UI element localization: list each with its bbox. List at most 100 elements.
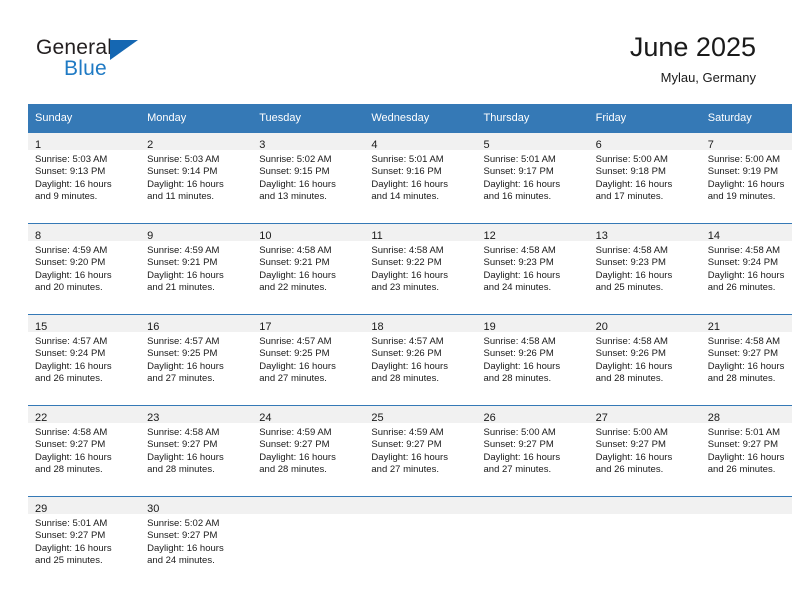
weekday-header-wednesday: Wednesday	[364, 104, 477, 133]
day-cell-inner: 10 Sunrise: 4:58 AM Sunset: 9:21 PM Dayligh…	[252, 224, 365, 314]
calendar-day-cell[interactable]: 18 Sunrise: 4:57 AM Sunset: 9:26 PM Dayligh…	[364, 314, 477, 406]
calendar-day-cell[interactable]: 7 Sunrise: 5:00 AM Sunset: 9:19 PM Daylight…	[700, 132, 792, 224]
daylight-text-line1: Daylight: 16 hours	[595, 178, 673, 190]
day-details: Sunrise: 4:59 AM Sunset: 9:20 PM Daylight:…	[28, 241, 140, 295]
day-cell-inner: 12 Sunrise: 4:58 AM Sunset: 9:23 PM Dayligh…	[476, 224, 589, 314]
day-number: 7	[707, 139, 714, 151]
calendar-day-cell[interactable]: 10 Sunrise: 4:58 AM Sunset: 9:21 PM Dayligh…	[252, 223, 365, 315]
day-number-band: 11	[364, 224, 477, 242]
sunrise-text: Sunrise: 5:03 AM	[147, 154, 220, 165]
day-cell-inner: 21 Sunrise: 4:58 AM Sunset: 9:27 PM Dayligh…	[700, 315, 792, 405]
daylight-text-line2: and 26 minutes.	[595, 464, 664, 476]
calendar-day-cell[interactable]: 16 Sunrise: 4:57 AM Sunset: 9:25 PM Dayligh…	[140, 314, 253, 406]
calendar-day-cell[interactable]: 4 Sunrise: 5:01 AM Sunset: 9:16 PM Daylight…	[364, 132, 477, 224]
day-number: 28	[707, 412, 720, 424]
day-details: Sunrise: 4:59 AM Sunset: 9:27 PM Daylight:…	[364, 423, 476, 477]
day-cell-inner: 16 Sunrise: 4:57 AM Sunset: 9:25 PM Dayligh…	[140, 315, 253, 405]
calendar-day-cell[interactable]: 15 Sunrise: 4:57 AM Sunset: 9:24 PM Dayligh…	[28, 314, 141, 406]
sunrise-text: Sunrise: 4:58 AM	[483, 336, 556, 347]
sunset-text: Sunset: 9:27 PM	[259, 439, 330, 451]
calendar-day-cell[interactable]: 5 Sunrise: 5:01 AM Sunset: 9:17 PM Daylight…	[476, 132, 589, 224]
daylight-text-line1: Daylight: 16 hours	[35, 178, 112, 190]
day-cell-inner: 6 Sunrise: 5:00 AM Sunset: 9:18 PM Daylight…	[588, 133, 701, 223]
sunrise-text: Sunrise: 4:57 AM	[259, 336, 332, 347]
sunrise-text: Sunrise: 5:01 AM	[35, 518, 108, 529]
day-details: Sunrise: 4:58 AM Sunset: 9:27 PM Daylight:…	[701, 332, 792, 386]
calendar-day-cell[interactable]: 13 Sunrise: 4:58 AM Sunset: 9:23 PM Dayligh…	[588, 223, 701, 315]
day-number-band: 1	[28, 133, 141, 151]
daylight-text-line1: Daylight: 16 hours	[35, 360, 112, 372]
calendar-page: General Blue June 2025 Mylau, Germany Su…	[0, 0, 792, 612]
calendar-day-cell[interactable]: 6 Sunrise: 5:00 AM Sunset: 9:18 PM Daylight…	[588, 132, 701, 224]
day-details: Sunrise: 5:02 AM Sunset: 9:15 PM Daylight:…	[252, 150, 364, 204]
day-number: 8	[35, 230, 42, 242]
day-details: Sunrise: 4:58 AM Sunset: 9:23 PM Daylight:…	[589, 241, 701, 295]
day-number: 11	[371, 230, 383, 242]
daylight-text-line1: Daylight: 16 hours	[147, 542, 224, 554]
sunrise-text: Sunrise: 5:03 AM	[35, 154, 108, 165]
day-details: Sunrise: 5:00 AM Sunset: 9:27 PM Daylight:…	[477, 423, 589, 477]
calendar-day-cell[interactable]: 1 Sunrise: 5:03 AM Sunset: 9:13 PM Daylight…	[28, 132, 141, 224]
calendar-day-cell[interactable]: 9 Sunrise: 4:59 AM Sunset: 9:21 PM Daylight…	[140, 223, 253, 315]
sunset-text: Sunset: 9:27 PM	[147, 439, 218, 451]
calendar-day-cell[interactable]: 27 Sunrise: 5:00 AM Sunset: 9:27 PM Dayligh…	[588, 405, 701, 497]
day-details: Sunrise: 4:59 AM Sunset: 9:21 PM Daylight:…	[140, 241, 252, 295]
day-details: Sunrise: 5:00 AM Sunset: 9:19 PM Daylight:…	[701, 150, 792, 204]
calendar-day-cell[interactable]: 23 Sunrise: 4:58 AM Sunset: 9:27 PM Dayligh…	[140, 405, 253, 497]
daylight-text-line1: Daylight: 16 hours	[707, 269, 785, 281]
day-number-band: 27	[588, 406, 701, 424]
calendar-day-cell[interactable]: 12 Sunrise: 4:58 AM Sunset: 9:23 PM Dayligh…	[476, 223, 589, 315]
calendar-week-row: 8 Sunrise: 4:59 AM Sunset: 9:20 PM Daylight…	[28, 223, 792, 315]
calendar-day-cell[interactable]: 21 Sunrise: 4:58 AM Sunset: 9:27 PM Dayligh…	[700, 314, 792, 406]
daylight-text-line2: and 28 minutes.	[707, 373, 776, 385]
day-details: Sunrise: 4:57 AM Sunset: 9:24 PM Daylight:…	[28, 332, 140, 386]
calendar-day-cell[interactable]: 29 Sunrise: 5:01 AM Sunset: 9:27 PM Dayligh…	[28, 496, 141, 587]
day-cell-inner: 27 Sunrise: 5:00 AM Sunset: 9:27 PM Dayligh…	[588, 406, 701, 496]
day-details: Sunrise: 4:58 AM Sunset: 9:21 PM Daylight:…	[252, 241, 364, 295]
sunrise-text: Sunrise: 4:58 AM	[483, 245, 556, 256]
day-cell-inner	[476, 497, 589, 587]
brand-logo[interactable]: General Blue	[36, 36, 176, 90]
daylight-text-line2: and 13 minutes.	[259, 191, 327, 203]
calendar-day-cell[interactable]: 19 Sunrise: 4:58 AM Sunset: 9:26 PM Dayligh…	[476, 314, 589, 406]
calendar-day-cell[interactable]: 28 Sunrise: 5:01 AM Sunset: 9:27 PM Dayligh…	[700, 405, 792, 497]
day-number: 16	[147, 321, 160, 333]
calendar-day-cell[interactable]: 22 Sunrise: 4:58 AM Sunset: 9:27 PM Dayligh…	[28, 405, 141, 497]
sunset-text: Sunset: 9:27 PM	[707, 348, 778, 360]
calendar-empty-cell	[476, 496, 589, 587]
daylight-text-line2: and 25 minutes.	[35, 555, 103, 567]
day-number: 2	[147, 139, 154, 151]
calendar-day-cell[interactable]: 14 Sunrise: 4:58 AM Sunset: 9:24 PM Dayligh…	[700, 223, 792, 315]
calendar-header-row: Sunday Monday Tuesday Wednesday Thursday…	[28, 104, 792, 133]
day-number: 27	[595, 412, 608, 424]
daylight-text-line2: and 24 minutes.	[483, 282, 552, 294]
calendar-day-cell[interactable]: 26 Sunrise: 5:00 AM Sunset: 9:27 PM Dayligh…	[476, 405, 589, 497]
day-cell-inner: 2 Sunrise: 5:03 AM Sunset: 9:14 PM Daylight…	[140, 133, 253, 223]
sunset-text: Sunset: 9:27 PM	[35, 439, 106, 451]
day-details: Sunrise: 5:01 AM Sunset: 9:16 PM Daylight:…	[364, 150, 476, 204]
day-cell-inner	[364, 497, 477, 587]
calendar-day-cell[interactable]: 25 Sunrise: 4:59 AM Sunset: 9:27 PM Dayligh…	[364, 405, 477, 497]
calendar-day-cell[interactable]: 11 Sunrise: 4:58 AM Sunset: 9:22 PM Dayligh…	[364, 223, 477, 315]
calendar-day-cell[interactable]: 24 Sunrise: 4:59 AM Sunset: 9:27 PM Dayligh…	[252, 405, 365, 497]
day-cell-inner: 18 Sunrise: 4:57 AM Sunset: 9:26 PM Dayligh…	[364, 315, 477, 405]
calendar-day-cell[interactable]: 20 Sunrise: 4:58 AM Sunset: 9:26 PM Dayligh…	[588, 314, 701, 406]
daylight-text-line2: and 17 minutes.	[595, 191, 664, 203]
calendar-day-cell[interactable]: 2 Sunrise: 5:03 AM Sunset: 9:14 PM Daylight…	[140, 132, 253, 224]
calendar-day-cell[interactable]: 17 Sunrise: 4:57 AM Sunset: 9:25 PM Dayligh…	[252, 314, 365, 406]
page-header: General Blue June 2025 Mylau, Germany	[0, 0, 792, 104]
sunrise-text: Sunrise: 5:00 AM	[707, 154, 781, 165]
sunrise-sunset-calendar: Sunday Monday Tuesday Wednesday Thursday…	[28, 104, 792, 587]
calendar-week-row: 29 Sunrise: 5:01 AM Sunset: 9:27 PM Dayligh…	[28, 496, 792, 587]
day-number-band: 14	[700, 224, 792, 242]
calendar-day-cell[interactable]: 3 Sunrise: 5:02 AM Sunset: 9:15 PM Daylight…	[252, 132, 365, 224]
day-cell-inner: 17 Sunrise: 4:57 AM Sunset: 9:25 PM Dayligh…	[252, 315, 365, 405]
calendar-day-cell[interactable]: 8 Sunrise: 4:59 AM Sunset: 9:20 PM Daylight…	[28, 223, 141, 315]
calendar-empty-cell	[364, 496, 477, 587]
day-number-band: 12	[476, 224, 589, 242]
calendar-day-cell[interactable]: 30 Sunrise: 5:02 AM Sunset: 9:27 PM Dayligh…	[140, 496, 253, 587]
day-number: 25	[371, 412, 384, 424]
day-details: Sunrise: 5:01 AM Sunset: 9:17 PM Daylight:…	[477, 150, 589, 204]
day-details: Sunrise: 5:00 AM Sunset: 9:18 PM Daylight:…	[589, 150, 701, 204]
sunrise-text: Sunrise: 4:58 AM	[147, 427, 220, 438]
